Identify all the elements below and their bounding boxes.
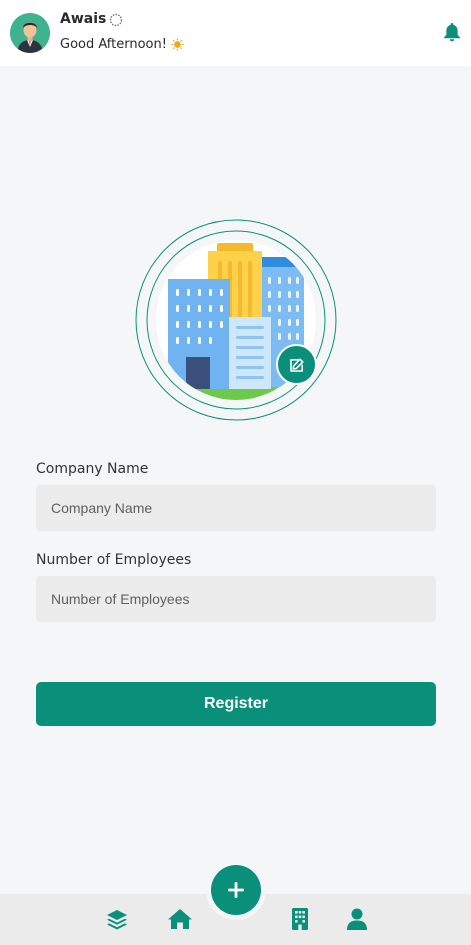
company-name-input[interactable] — [36, 485, 436, 531]
bell-icon[interactable] — [443, 22, 461, 42]
layers-icon[interactable] — [104, 907, 130, 933]
sun-icon — [171, 38, 184, 51]
edit-icon — [289, 357, 304, 372]
building-icon[interactable] — [287, 906, 313, 932]
user-name: Awais — [60, 11, 107, 27]
plus-icon — [228, 882, 244, 898]
user-icon[interactable] — [344, 906, 370, 932]
employees-input[interactable] — [36, 576, 436, 622]
register-button[interactable]: Register — [36, 682, 436, 726]
add-button[interactable] — [211, 865, 261, 915]
home-icon[interactable] — [167, 906, 193, 932]
company-logo[interactable] — [135, 219, 337, 421]
loading-spinner-icon — [109, 13, 123, 27]
buildings-icon — [135, 219, 337, 421]
top-header: Awais Good Afternoon! — [0, 0, 471, 66]
avatar[interactable] — [10, 13, 50, 53]
edit-logo-button[interactable] — [276, 344, 317, 385]
greeting-text: Good Afternoon! — [60, 37, 167, 52]
company-name-label: Company Name — [36, 461, 149, 477]
employees-label: Number of Employees — [36, 552, 192, 568]
